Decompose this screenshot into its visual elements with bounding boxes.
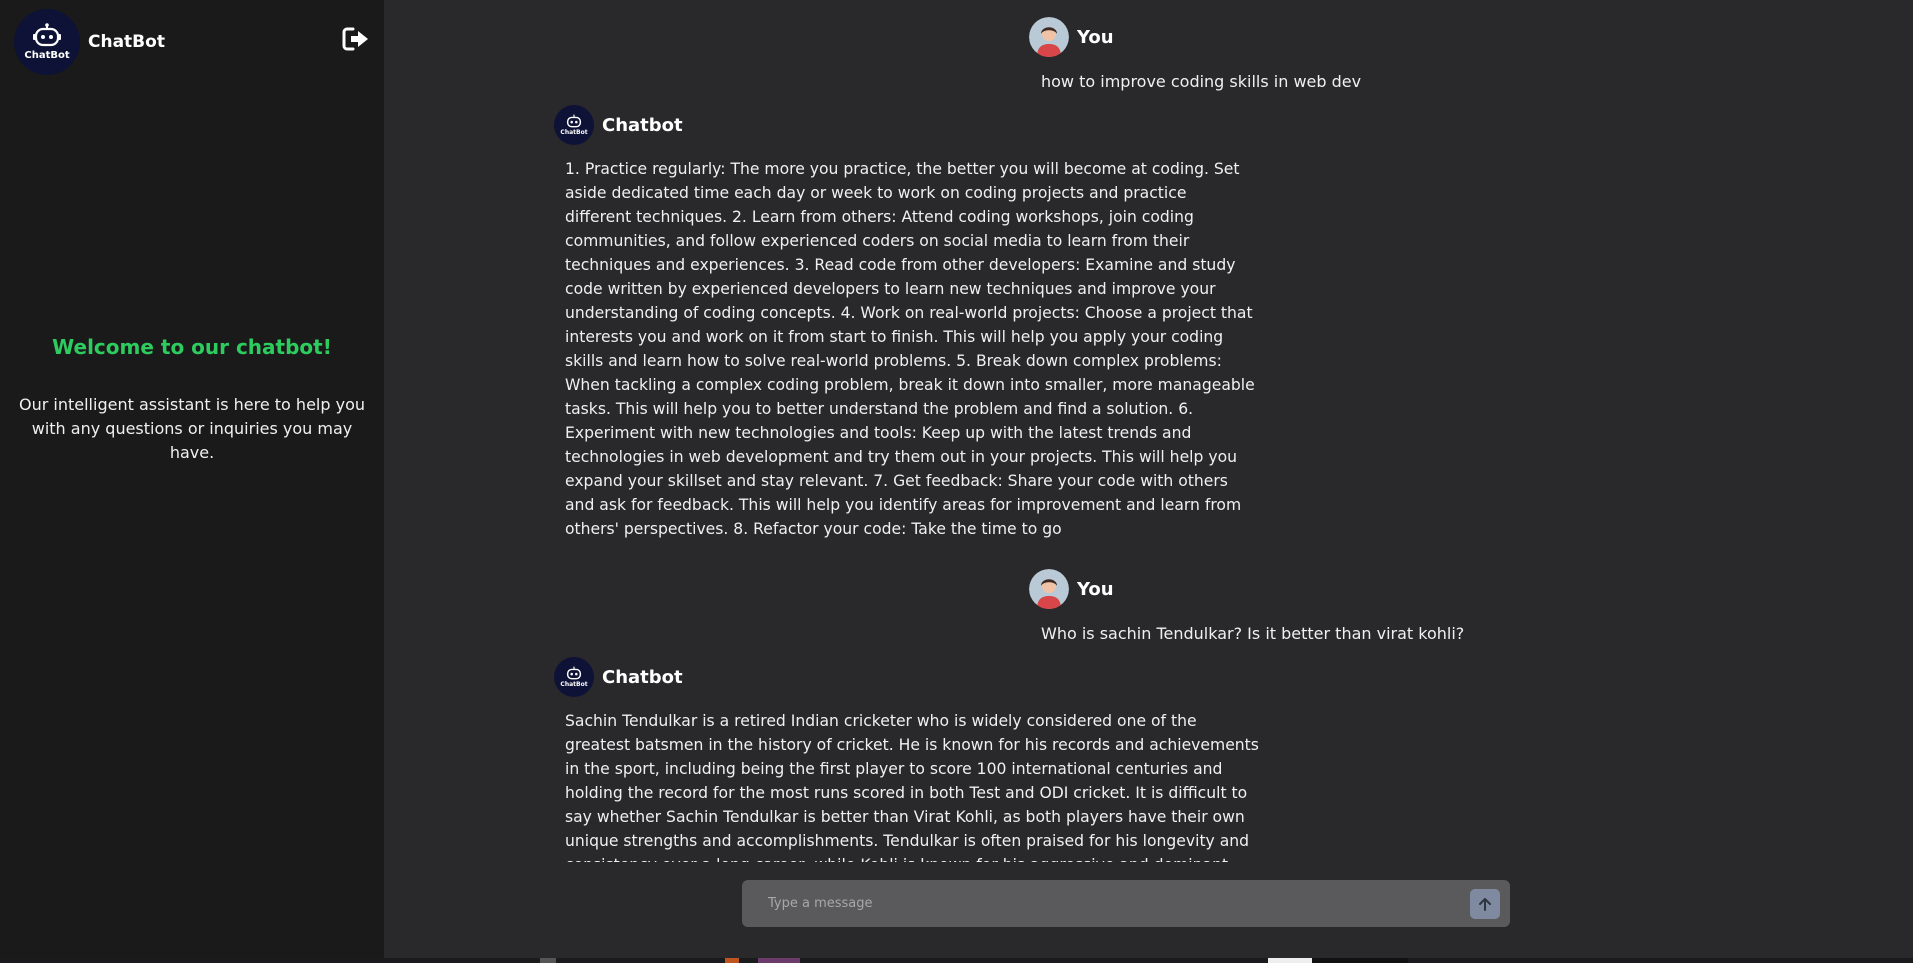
message-list[interactable]: You how to improve coding skills in web … <box>384 0 1913 862</box>
arrow-up-icon <box>1479 897 1491 911</box>
user-message-header: You <box>1029 17 1114 57</box>
robot-icon <box>33 23 61 47</box>
taskbar-item[interactable] <box>725 958 739 963</box>
bot-avatar-text: ChatBot <box>560 129 588 136</box>
bot-message-header: ChatBot Chatbot <box>554 105 683 145</box>
user-message-header: You <box>1029 569 1114 609</box>
logo-text: ChatBot <box>24 50 70 61</box>
bot-message-header: ChatBot Chatbot <box>554 657 683 697</box>
bot-avatar: ChatBot <box>554 105 594 145</box>
send-button[interactable] <box>1470 888 1500 919</box>
bot-message-text: Sachin Tendulkar is a retired Indian cri… <box>565 712 1259 862</box>
sender-name: Chatbot <box>602 114 683 136</box>
user-avatar-icon <box>1029 17 1069 57</box>
taskbar-item[interactable] <box>540 958 556 963</box>
user-message-text: how to improve coding skills in web dev <box>1041 72 1362 91</box>
taskbar-item[interactable] <box>1312 958 1408 963</box>
taskbar <box>0 958 1913 963</box>
chat-app: ChatBot ChatBot Welcome to our chatbot! … <box>0 0 1913 958</box>
sender-name: You <box>1077 578 1114 600</box>
message-input[interactable] <box>754 887 1470 920</box>
chatbot-logo: ChatBot <box>14 9 80 75</box>
user-avatar-icon <box>1029 569 1069 609</box>
bot-message-text: 1. Practice regularly: The more you prac… <box>565 160 1255 538</box>
bot-avatar: ChatBot <box>554 657 594 697</box>
welcome-title: Welcome to our chatbot! <box>52 335 332 359</box>
user-message-text: Who is sachin Tendulkar? Is it better th… <box>1041 624 1465 643</box>
welcome-text: Our intelligent assistant is here to hel… <box>19 395 365 462</box>
sender-name: You <box>1077 26 1114 48</box>
brand-name: ChatBot <box>88 32 165 52</box>
welcome-panel: Welcome to our chatbot! Our intelligent … <box>0 335 384 465</box>
sender-name: Chatbot <box>602 666 683 688</box>
taskbar-item[interactable] <box>758 958 800 963</box>
bot-avatar-text: ChatBot <box>560 681 588 688</box>
taskbar-item[interactable] <box>1268 958 1312 963</box>
message-composer <box>742 880 1510 927</box>
sidebar: ChatBot ChatBot Welcome to our chatbot! … <box>0 0 384 958</box>
chat-panel: You how to improve coding skills in web … <box>384 0 1913 958</box>
robot-icon <box>566 114 582 128</box>
logout-icon <box>342 27 368 51</box>
logout-button[interactable] <box>342 26 370 52</box>
brand: ChatBot ChatBot <box>14 9 165 75</box>
robot-icon <box>566 666 582 680</box>
